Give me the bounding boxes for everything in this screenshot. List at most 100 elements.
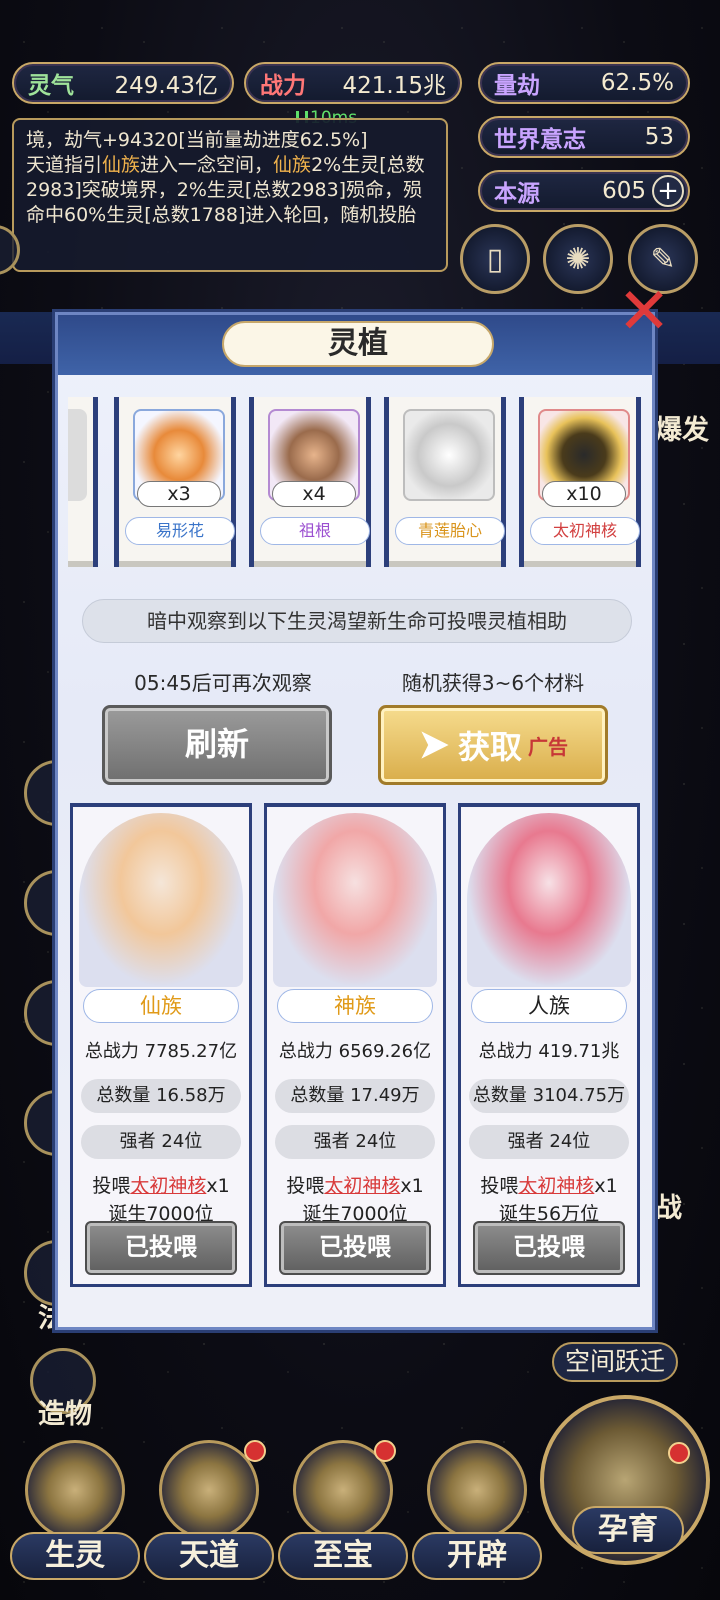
race-count: 总数量 16.58万 [81, 1079, 241, 1113]
lingzhi-modal: 灵植 x3 易形花 x4 祖根 青莲胎心 x10 太初神核 暗中观察到以下生灵渴… [55, 312, 655, 1330]
zhanli-value: 421.15兆 [342, 73, 446, 99]
race-power: 总战力 7785.27亿 [84, 1041, 238, 1062]
zhanli-label: 战力 [260, 73, 306, 99]
benyuan-value: 605 [602, 178, 646, 204]
refresh-button[interactable]: 刷新 [102, 705, 332, 785]
lingqi-resource[interactable]: 灵气 249.43亿 [12, 62, 234, 104]
shijie-value: 53 [644, 124, 674, 150]
modal-title: 灵植 [222, 321, 494, 367]
race-strong: 强者 24位 [275, 1125, 435, 1159]
shenzu-portrait [273, 813, 437, 987]
qinglian-image [403, 409, 495, 501]
race-count: 总数量 3104.75万 [469, 1079, 629, 1113]
vortex-icon[interactable]: ✺ [543, 224, 613, 294]
liangjie-resource[interactable]: 量劫 62.5% [478, 62, 690, 104]
lingqi-label: 灵气 [28, 73, 74, 99]
feed-item: 太初神核 [518, 1175, 595, 1197]
message-race: 仙族 [102, 154, 141, 176]
kaipi-emblem-icon [427, 1440, 527, 1540]
right-partial-label[interactable]: 战 [655, 1186, 682, 1225]
item-card[interactable]: 青莲胎心 [384, 397, 506, 567]
race-name: 人族 [471, 989, 627, 1023]
feed-text: 投喂 [92, 1175, 131, 1197]
message-text: 天道指引 [26, 154, 103, 176]
fed-button[interactable]: 已投喂 [473, 1221, 625, 1275]
message-line-1: 境，劫气+94320[当前量劫进度62.5%] [26, 129, 368, 151]
play-video-icon [421, 731, 449, 759]
ad-label: 广告 [528, 734, 568, 759]
notification-dot [668, 1442, 690, 1464]
nav-label: 至宝 [278, 1532, 408, 1580]
feed-item: 太初神核 [324, 1175, 401, 1197]
item-count: x10 [542, 481, 626, 507]
liangjie-label: 量劫 [494, 73, 540, 99]
item-count: x3 [137, 481, 221, 507]
race-power: 总战力 6569.26亿 [278, 1041, 432, 1062]
notification-dot [244, 1440, 266, 1462]
item-strip[interactable]: x3 易形花 x4 祖根 青莲胎心 x10 太初神核 [68, 397, 648, 567]
item-card[interactable]: x10 太初神核 [519, 397, 641, 567]
message-text: 进入一念空间， [140, 154, 274, 176]
card-icon[interactable]: ▯ [460, 224, 530, 294]
feed-line: 投喂太初神核x1 [461, 1171, 637, 1198]
notification-dot [374, 1440, 396, 1462]
random-material-text: 随机获得3~6个材料 [401, 671, 585, 695]
xianzu-portrait [79, 813, 243, 987]
right-partial-label[interactable]: 爆发 [655, 408, 709, 447]
fed-button[interactable]: 已投喂 [279, 1221, 431, 1275]
close-icon[interactable]: ✕ [612, 280, 676, 346]
nav-tiandao[interactable]: 天道 [144, 1440, 274, 1590]
race-card-shenzu: 神族 总战力 6569.26亿 总数量 17.49万 强者 24位 投喂太初神核… [264, 803, 446, 1287]
feed-item: 太初神核 [130, 1175, 207, 1197]
cooldown-text: 05:45后可再次观察 [134, 671, 312, 695]
message-race: 仙族 [273, 154, 312, 176]
race-count: 总数量 17.49万 [275, 1079, 435, 1113]
item-name: 太初神核 [530, 517, 640, 545]
zhanli-resource[interactable]: 战力 421.15兆 [244, 62, 462, 104]
benyuan-label: 本源 [494, 181, 540, 207]
event-message-box: 境，劫气+94320[当前量劫进度62.5%] 天道指引仙族进入一念空间，仙族2… [12, 118, 448, 272]
race-name: 仙族 [83, 989, 239, 1023]
nav-kaipi[interactable]: 开辟 [412, 1440, 542, 1590]
race-strong: 强者 24位 [469, 1125, 629, 1159]
renzu-portrait [467, 813, 631, 987]
get-ad-button[interactable]: 获取 广告 [378, 705, 608, 785]
item-name: 祖根 [260, 517, 370, 545]
item-image [68, 409, 87, 501]
feed-text: 投喂 [286, 1175, 325, 1197]
item-name: 青莲胎心 [395, 517, 505, 545]
race-name: 神族 [277, 989, 433, 1023]
race-card-renzu: 人族 总战力 419.71兆 总数量 3104.75万 强者 24位 投喂太初神… [458, 803, 640, 1287]
feed-line: 投喂太初神核x1 [267, 1171, 443, 1198]
race-power: 总战力 419.71兆 [478, 1041, 620, 1062]
race-strong: 强者 24位 [81, 1125, 241, 1159]
nav-label: 生灵 [10, 1532, 140, 1580]
observe-info: 暗中观察到以下生灵渴望新生命可投喂灵植相助 [82, 599, 632, 643]
item-card[interactable] [68, 397, 98, 567]
benyuan-plus-button[interactable]: + [652, 175, 684, 207]
shijie-label: 世界意志 [494, 127, 586, 153]
timer-label: 空间跃迁 [552, 1342, 678, 1382]
message-body: 天道指引仙族进入一念空间，仙族2%生灵[总数2983]突破境界，2%生灵[总数2… [26, 153, 434, 228]
item-card[interactable]: x3 易形花 [114, 397, 236, 567]
shijie-resource[interactable]: 世界意志 53 [478, 116, 690, 158]
zaowu-label[interactable]: 造物 [38, 1392, 92, 1431]
item-count: x4 [272, 481, 356, 507]
fed-button[interactable]: 已投喂 [85, 1221, 237, 1275]
nav-zhibao[interactable]: 至宝 [278, 1440, 408, 1590]
nav-label: 开辟 [412, 1532, 542, 1580]
item-name: 易形花 [125, 517, 235, 545]
lingqi-value: 249.43亿 [114, 73, 218, 99]
feed-qty: x1 [594, 1175, 618, 1197]
feed-qty: x1 [206, 1175, 230, 1197]
feed-qty: x1 [400, 1175, 424, 1197]
get-label: 获取 [457, 728, 522, 766]
feed-line: 投喂太初神核x1 [73, 1171, 249, 1198]
liangjie-value: 62.5% [600, 70, 674, 96]
nav-yunyu-label[interactable]: 孕育 [572, 1506, 684, 1554]
nav-shengling[interactable]: 生灵 [10, 1440, 140, 1590]
item-card[interactable]: x4 祖根 [249, 397, 371, 567]
benyuan-resource[interactable]: 本源 605 + [478, 170, 690, 212]
shengling-emblem-icon [25, 1440, 125, 1540]
nav-label: 天道 [144, 1532, 274, 1580]
